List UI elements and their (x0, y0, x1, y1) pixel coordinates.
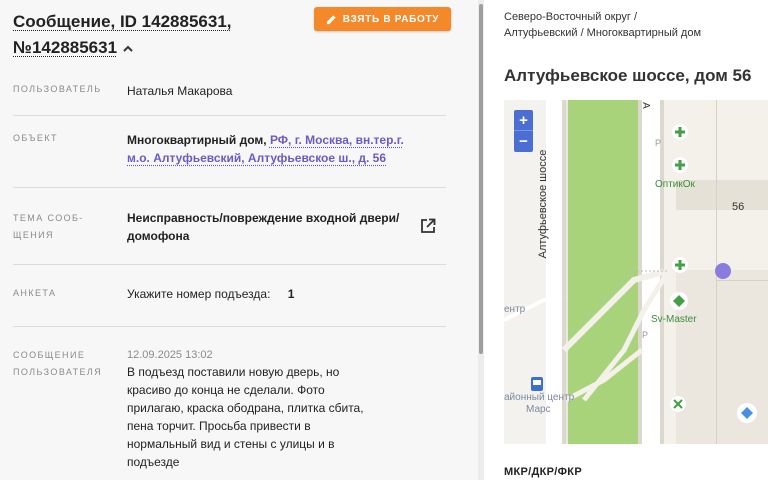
topic-row: ТЕМА СООБ- ЩЕНИЯ Неисправность/поврежден… (13, 208, 446, 265)
user-label: ПОЛЬЗОВАТЕЛЬ (13, 84, 102, 94)
scissors-icon[interactable] (670, 396, 686, 412)
map-parking-label: P (655, 138, 662, 148)
left-scrollbar-thumb[interactable] (479, 4, 483, 354)
breadcrumb: Северо-Восточный округ / Алтуфьевский / … (504, 9, 701, 41)
zoom-out-button[interactable]: − (514, 131, 533, 152)
message-label-line1: СООБЩЕНИЕ (13, 350, 86, 360)
map-diamond-marker-icon[interactable] (737, 403, 757, 423)
location-panel: Северо-Восточный округ / Алтуфьевский / … (484, 0, 768, 480)
survey-question: Укажите номер подъезда: (127, 287, 271, 301)
shop-diamond-icon[interactable] (670, 292, 688, 310)
pencil-icon (326, 14, 336, 24)
map-zoom-control: + − (514, 110, 533, 152)
map-centr-label: ентр (504, 304, 526, 315)
chevron-up-icon[interactable] (121, 42, 135, 56)
map-parking-label-2: P (642, 330, 649, 340)
location-marker-icon[interactable] (714, 262, 732, 280)
map-street-label: Алтуфьевское шоссе (537, 149, 549, 259)
pharmacy-icon[interactable] (672, 124, 688, 140)
survey-value: Укажите номер подъезда: 1 (127, 285, 294, 303)
map[interactable]: Алтуфьевское шоссе А P P ентр айонный це… (504, 100, 768, 444)
object-type: Многоквартирный дом, (127, 133, 267, 147)
survey-row: АНКЕТА Укажите номер подъезда: 1 (13, 285, 446, 327)
topic-value-line2: домофона (127, 229, 190, 243)
topic-label-line1: ТЕМА СООБ- (13, 213, 84, 223)
object-value: Многоквартирный дом, РФ, г. Москва, вн.т… (127, 131, 427, 167)
page-title: Сообщение, ID 142885631, №142885631 (13, 9, 313, 61)
map-poi-svmaster-label: Sv-Master (651, 314, 697, 325)
user-value: Наталья Макарова (127, 84, 233, 98)
topic-label: ТЕМА СООБ- ЩЕНИЯ (13, 210, 84, 244)
open-external-icon[interactable] (419, 217, 437, 235)
survey-answer: 1 (287, 287, 295, 301)
pharmacy-icon-3[interactable] (672, 257, 688, 273)
breadcrumb-line2: Алтуфьевский / Многоквартирный дом (504, 27, 702, 39)
pharmacy-icon-optik[interactable] (672, 157, 688, 173)
title-line-1[interactable]: Сообщение, ID 142885631, (13, 9, 313, 35)
message-row: СООБЩЕНИЕ ПОЛЬЗОВАТЕЛЯ 12.09.2025 13:02 … (13, 347, 446, 477)
user-row: ПОЛЬЗОВАТЕЛЬ Наталья Макарова (13, 80, 446, 116)
topic-label-line2: ЩЕНИЯ (13, 230, 54, 240)
map-poi-optik-label: ОптикОк (655, 179, 695, 190)
message-label-line2: ПОЛЬЗОВАТЕЛЯ (13, 367, 103, 377)
message-label: СООБЩЕНИЕ ПОЛЬЗОВАТЕЛЯ (13, 347, 102, 381)
map-house-number: 56 (732, 201, 745, 213)
take-to-work-button[interactable]: ВЗЯТЬ В РАБОТУ (314, 7, 451, 31)
topic-value-line1: Неисправность/повреждение входной двери/ (127, 211, 400, 225)
title-line-2[interactable]: №142885631 (13, 38, 117, 57)
address-heading: Алтуфьевское шоссе, дом 56 (504, 66, 752, 85)
topic-value: Неисправность/повреждение входной двери/… (127, 209, 399, 245)
object-label: ОБЪЕКТ (13, 133, 58, 143)
map-mall-label-line2: Марс (526, 404, 551, 415)
map-mall-label-line1: айонный центр (504, 392, 575, 403)
zoom-in-button[interactable]: + (514, 110, 533, 131)
object-row: ОБЪЕКТ Многоквартирный дом, РФ, г. Москв… (13, 130, 446, 188)
survey-label: АНКЕТА (13, 288, 57, 298)
message-body: 12.09.2025 13:02 В подъезд поставили нов… (127, 347, 367, 471)
map-street-label-short: А (639, 102, 651, 109)
message-text: В подъезд поставили новую дверь, но крас… (127, 365, 364, 469)
repair-section-title: МКР/ДКР/ФКР (504, 466, 582, 478)
breadcrumb-line1: Северо-Восточный округ / (504, 11, 638, 23)
message-detail-panel: Сообщение, ID 142885631, №142885631 ВЗЯТ… (0, 0, 484, 480)
take-to-work-label: ВЗЯТЬ В РАБОТУ (342, 13, 440, 25)
message-date: 12.09.2025 13:02 (127, 349, 213, 361)
map-mall-label: айонный центр Марс (504, 392, 574, 416)
bus-stop-icon[interactable] (530, 376, 544, 392)
